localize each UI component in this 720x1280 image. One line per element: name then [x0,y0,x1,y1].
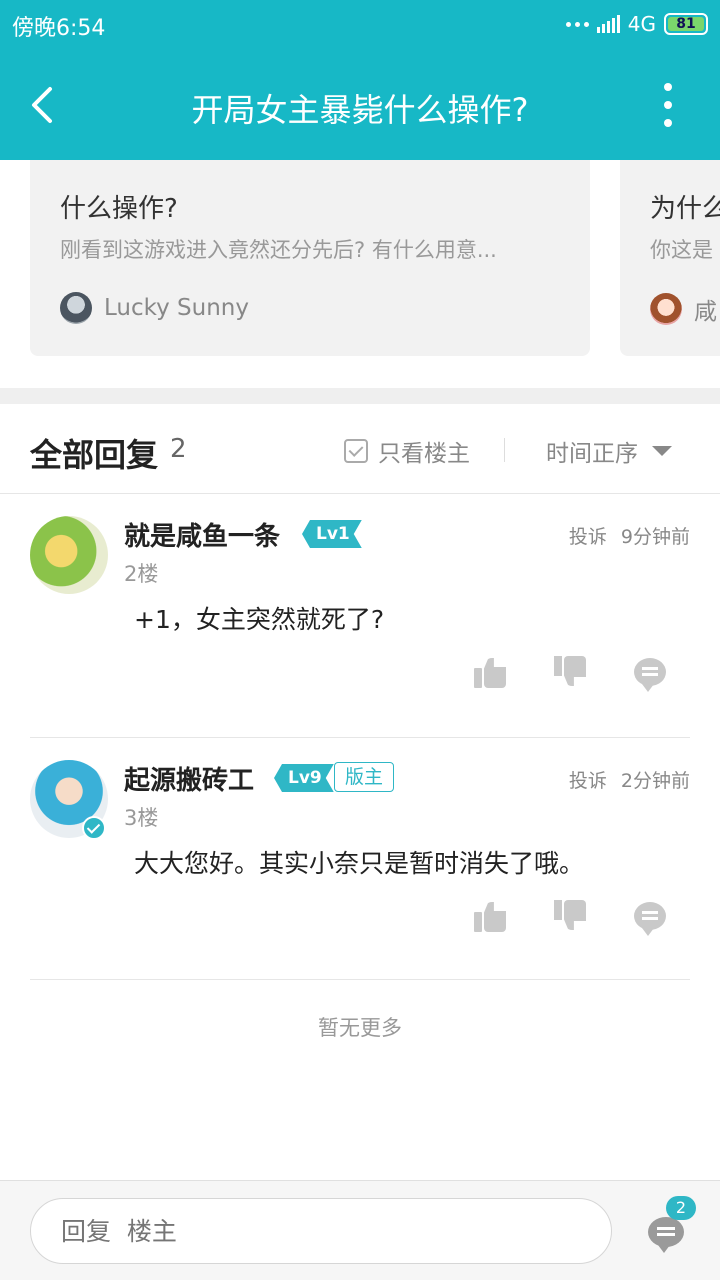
avatar[interactable] [30,516,108,594]
status-icons: 4G 81 [565,12,708,36]
back-arrow-icon [32,87,52,123]
sort-label: 时间正序 [546,441,638,467]
related-posts: 什么操作? 刚看到这游戏进入竟然还分先后? 有什么用意... Lucky Sun… [0,160,720,388]
back-button[interactable] [20,77,70,133]
card-username: Lucky Sunny [104,295,249,321]
page-title: 开局女主暴毙什么操作? [191,91,529,129]
caret-down-icon [652,446,672,456]
comment-icon [634,902,666,936]
reply-actions [474,900,666,936]
more-dots-icon [565,21,589,27]
network-type: 4G [627,12,656,36]
app-header: 傍晚6:54 4G 81 开局女主暴毙什么操作? [0,0,720,160]
only-host-toggle[interactable]: 只看楼主 [344,434,470,468]
thumbs-up-icon[interactable] [474,656,506,688]
reply-meta: 投诉 2分钟前 [569,766,690,793]
checkbox-icon [344,439,368,463]
card-desc: 你这是 [650,238,713,262]
battery-icon: 81 [664,13,708,35]
card-title: 什么操作? [60,194,178,224]
reply-floor: 3楼 [124,806,159,830]
comment-button[interactable] [634,900,666,936]
avatar [650,293,682,325]
replies-title: 全部回复 [30,436,159,474]
status-time: 傍晚6:54 [12,16,106,41]
reply-actions [474,656,666,692]
avatar [60,292,92,324]
comment-count-badge: 2 [666,1196,696,1220]
report-link[interactable]: 投诉 [569,766,607,793]
reply-item: 就是咸鱼一条 Lv1 2楼 投诉 9分钟前 +1，女主突然就死了? [30,494,690,738]
more-vertical-icon [664,83,672,91]
status-bar: 傍晚6:54 4G 81 [0,0,720,50]
replies-header: 全部回复 2 只看楼主 时间正序 [0,404,720,494]
verified-icon [82,816,106,840]
battery-level: 81 [676,16,696,32]
moderator-badge: 版主 [334,762,395,792]
card-user: Lucky Sunny [60,292,249,324]
reply-time: 2分钟前 [620,770,690,792]
thumbs-up-icon[interactable] [474,900,506,932]
reply-input[interactable] [30,1198,612,1264]
no-more-text: 暂无更多 [318,1016,402,1040]
card-title: 为什么 [650,194,720,224]
reply-meta: 投诉 9分钟前 [569,522,690,549]
comment-icon [634,658,666,692]
divider [504,438,505,462]
only-host-label: 只看楼主 [378,441,470,467]
card-username: 咸 [694,299,717,325]
reply-content: +1，女主突然就死了? [134,605,385,634]
level-badge: Lv9 [274,764,334,792]
reply-time: 9分钟前 [620,526,690,548]
level-badge: Lv1 [302,520,362,548]
related-post-card[interactable]: 为什么 你这是 咸 [620,160,720,356]
section-divider [0,388,720,404]
reply-username[interactable]: 就是咸鱼一条 [124,516,280,553]
thumbs-down-icon[interactable] [554,656,586,688]
card-user: 咸 [650,292,717,326]
more-menu-button[interactable] [656,83,680,127]
signal-icon [596,15,620,33]
replies-count: 2 [170,434,187,464]
report-link[interactable]: 投诉 [569,522,607,549]
comment-button[interactable] [634,656,666,692]
reply-username[interactable]: 起源搬砖工 [124,760,254,797]
thumbs-down-icon[interactable] [554,900,586,932]
reply-floor: 2楼 [124,562,159,586]
card-desc: 刚看到这游戏进入竟然还分先后? 有什么用意... [60,238,497,262]
reply-content: 大大您好。其实小奈只是暂时消失了哦。 [134,849,585,878]
comment-icon [648,1217,684,1253]
reply-item: 起源搬砖工 Lv9 版主 3楼 投诉 2分钟前 大大您好。其实小奈只是暂时消失了… [30,738,690,980]
sort-dropdown[interactable]: 时间正序 [546,434,672,468]
reply-bar [0,1180,720,1280]
related-post-card[interactable]: 什么操作? 刚看到这游戏进入竟然还分先后? 有什么用意... Lucky Sun… [30,160,590,356]
nav-row: 开局女主暴毙什么操作? [0,55,720,155]
